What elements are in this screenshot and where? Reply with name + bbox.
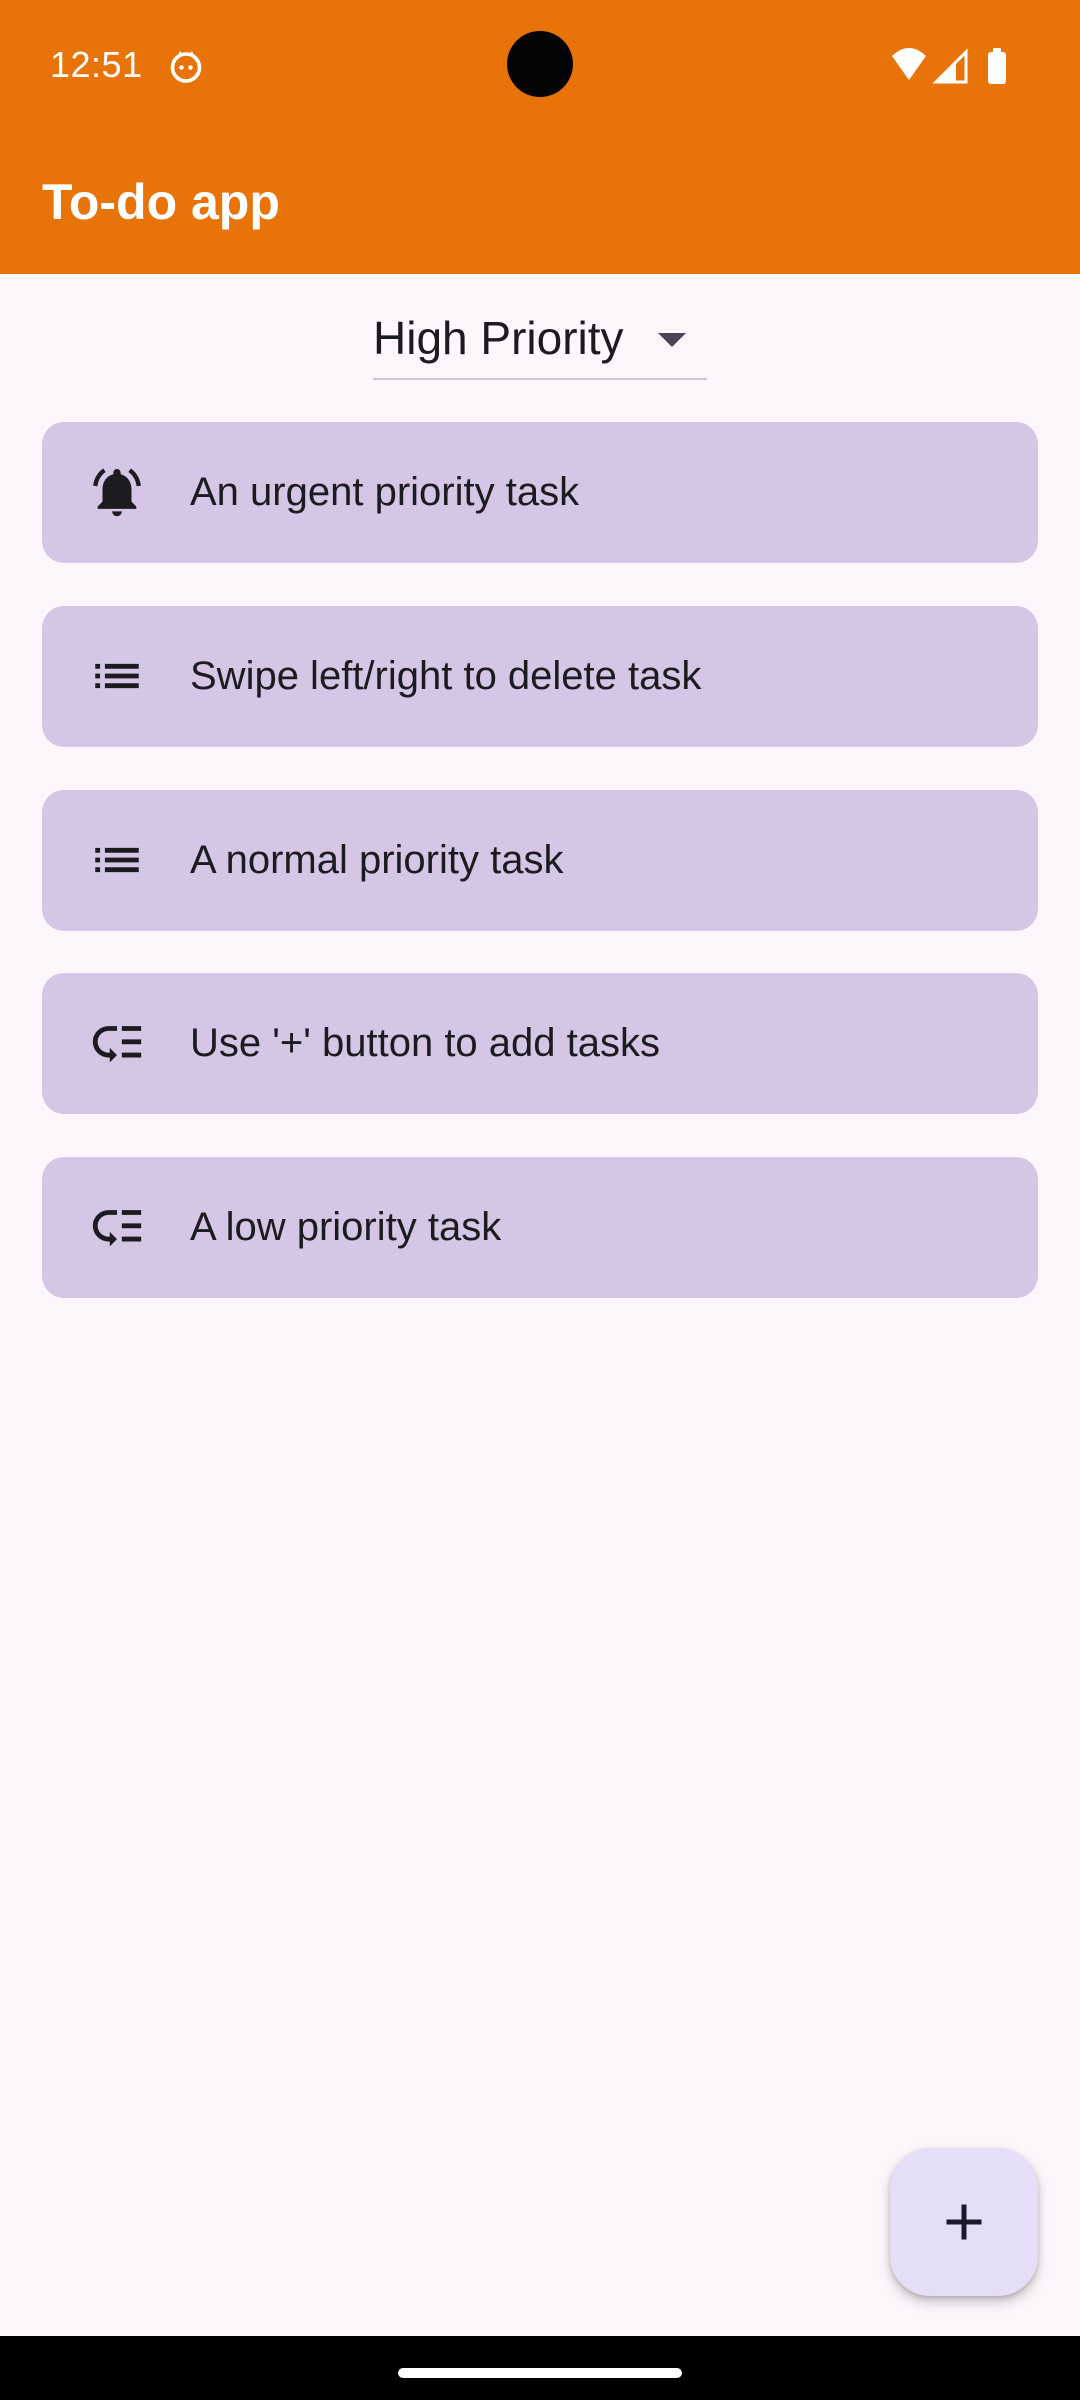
low-priority-icon xyxy=(92,1026,142,1063)
battery-icon xyxy=(988,52,1006,84)
screen: 12:51 To-do app High Priority An urgent xyxy=(0,0,1080,2400)
low-priority-icon xyxy=(92,1210,142,1247)
task-label: A normal priority task xyxy=(190,838,564,882)
task-label: Use '+' button to add tasks xyxy=(190,1021,660,1065)
status-icons xyxy=(892,48,1006,84)
app-bar: 12:51 To-do app xyxy=(0,0,1080,274)
bell-icon xyxy=(93,468,141,517)
task-item[interactable]: A low priority task xyxy=(42,1157,1038,1298)
add-task-button[interactable] xyxy=(890,2148,1038,2296)
task-item[interactable]: Swipe left/right to delete task xyxy=(42,606,1038,747)
task-label: An urgent priority task xyxy=(190,470,580,514)
wifi-icon xyxy=(892,48,926,80)
cat-notification-icon xyxy=(170,51,202,83)
navigation-bar xyxy=(0,2336,1080,2400)
list-icon xyxy=(95,663,139,689)
camera-cutout xyxy=(507,31,573,97)
priority-dropdown-value: High Priority xyxy=(373,312,624,364)
home-gesture-handle[interactable] xyxy=(398,2368,682,2378)
list-icon xyxy=(95,847,139,873)
status-time: 12:51 xyxy=(50,44,143,85)
task-item[interactable]: A normal priority task xyxy=(42,790,1038,931)
priority-dropdown[interactable]: High Priority xyxy=(373,300,707,380)
task-label: Swipe left/right to delete task xyxy=(190,654,702,698)
task-label: A low priority task xyxy=(190,1205,502,1249)
app-title: To-do app xyxy=(42,174,280,230)
task-item[interactable]: Use '+' button to add tasks xyxy=(42,973,1038,1114)
plus-icon xyxy=(946,2204,982,2240)
task-item[interactable]: An urgent priority task xyxy=(42,422,1038,563)
dropdown-arrow-icon xyxy=(658,333,686,347)
